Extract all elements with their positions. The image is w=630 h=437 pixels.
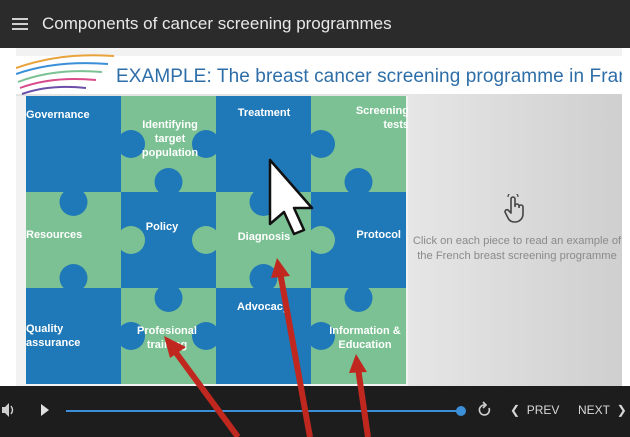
puzzle-piece-label[interactable]: Screening tests bbox=[331, 104, 409, 132]
course-title: Components of cancer screening programme… bbox=[42, 14, 392, 33]
slide-banner: EXAMPLE: The breast cancer screening pro… bbox=[16, 54, 622, 96]
slide: EXAMPLE: The breast cancer screening pro… bbox=[16, 48, 622, 386]
puzzle-piece-label[interactable]: Policy bbox=[127, 220, 197, 234]
puzzle-knob bbox=[59, 264, 88, 292]
instruction-text: Click on each piece to read an example o… bbox=[412, 235, 622, 262]
puzzle-knob bbox=[344, 284, 373, 312]
puzzle-knob bbox=[154, 284, 183, 312]
progress-handle[interactable] bbox=[456, 406, 466, 416]
slide-title: EXAMPLE: The breast cancer screening pro… bbox=[116, 66, 622, 87]
prev-button[interactable]: ❮ PREV bbox=[510, 403, 559, 417]
puzzle-piece-label[interactable]: Profesional training bbox=[125, 324, 209, 352]
chevron-left-icon: ❮ bbox=[510, 403, 521, 417]
hamburger-menu-icon[interactable] bbox=[12, 18, 28, 30]
puzzle-piece-label[interactable]: Protocol bbox=[331, 228, 401, 242]
puzzle-knob bbox=[249, 264, 278, 292]
next-button[interactable]: NEXT ❯ bbox=[578, 403, 627, 417]
decorative-swoosh-icon bbox=[16, 54, 115, 95]
puzzle-piece-label[interactable]: Information & Education bbox=[323, 324, 407, 352]
puzzle-piece-label[interactable]: Resources bbox=[26, 228, 104, 242]
puzzle-knob bbox=[154, 168, 183, 196]
info-panel: Click on each piece to read an example o… bbox=[408, 94, 622, 386]
chevron-right-icon: ❯ bbox=[616, 403, 627, 417]
volume-icon[interactable] bbox=[2, 400, 16, 420]
title-bar: Components of cancer screening programme… bbox=[0, 0, 630, 48]
play-icon[interactable] bbox=[38, 399, 52, 421]
puzzle-knob bbox=[307, 130, 335, 158]
puzzle-piece-label[interactable]: Treatment bbox=[220, 106, 308, 120]
replay-icon[interactable] bbox=[477, 399, 493, 421]
puzzle-piece-label[interactable]: Quality assurance bbox=[26, 322, 96, 350]
progress-bar[interactable] bbox=[66, 410, 460, 412]
player-controls: ❮ PREV NEXT ❯ bbox=[0, 386, 630, 437]
puzzle-grid: Governance Identifying target population T… bbox=[26, 96, 409, 384]
tap-hand-icon bbox=[504, 194, 524, 223]
puzzle-knob bbox=[59, 188, 88, 216]
next-label: NEXT bbox=[578, 403, 611, 417]
puzzle-knob bbox=[249, 188, 278, 216]
puzzle-piece-label[interactable]: Advocacy bbox=[228, 300, 298, 314]
puzzle-piece-label[interactable]: Identifying target population bbox=[129, 118, 211, 160]
puzzle-piece-label[interactable]: Governance bbox=[26, 108, 106, 122]
puzzle-piece-label[interactable]: Diagnosis bbox=[222, 230, 306, 244]
prev-label: PREV bbox=[526, 403, 560, 417]
puzzle-knob bbox=[344, 168, 373, 196]
player-frame: Components of cancer screening programme… bbox=[0, 0, 630, 437]
